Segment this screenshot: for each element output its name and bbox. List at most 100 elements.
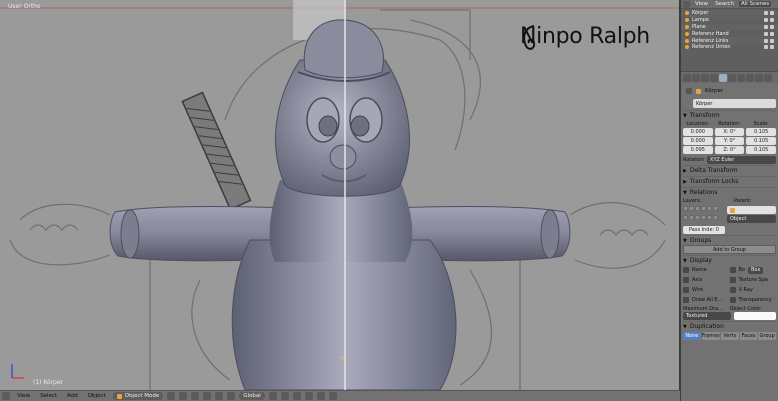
layer-grid[interactable] [683, 206, 721, 223]
object-icon [685, 11, 689, 16]
layer-grid-icon-2[interactable] [280, 392, 289, 400]
dup-group-tab[interactable]: Group [758, 332, 776, 340]
groups-section-header[interactable]: ▼ Groups [683, 235, 776, 245]
pin-icon[interactable] [686, 88, 692, 94]
editor-type-icon[interactable] [2, 392, 10, 400]
visibility-icons[interactable] [764, 38, 778, 43]
dup-frames-tab[interactable]: Frames [701, 332, 720, 340]
duplication-section-header[interactable]: ▼ Duplication [683, 321, 776, 331]
menu-select[interactable]: Select [37, 392, 60, 400]
outliner-row[interactable]: Referenz Unten [681, 44, 778, 51]
3d-cursor[interactable] [340, 356, 344, 360]
properties-panel: Körper Körper ▼ Transform Location: 0.000… [681, 85, 778, 401]
menu-view[interactable]: View [14, 392, 33, 400]
data-tab-icon[interactable] [746, 73, 754, 82]
outliner-row[interactable]: Referenz Links [681, 37, 778, 44]
location-y-field[interactable]: 0.000 [683, 137, 713, 145]
location-z-field[interactable]: 0.095 [683, 146, 713, 154]
scale-x-field[interactable]: 0.105 [746, 128, 777, 136]
location-x-field[interactable]: 0.000 [683, 128, 713, 136]
rotation-mode-row: Rotation XYZ Euler [683, 155, 776, 164]
wire-checkbox[interactable] [683, 287, 689, 293]
lock-icon[interactable] [292, 392, 301, 400]
rotation-mode-dropdown[interactable]: XYZ Euler [706, 155, 776, 164]
magnet-icon[interactable] [316, 392, 325, 400]
ninpo-ralph-logo: Ninpo Ralph [520, 24, 650, 50]
delta-transform-section-header[interactable]: ▶ Delta Transform [683, 165, 776, 175]
render-icon[interactable] [328, 392, 337, 400]
visibility-icons[interactable] [764, 31, 778, 36]
transparency-checkbox[interactable] [729, 297, 736, 303]
outliner-row[interactable]: Lampe [681, 17, 778, 24]
character-mesh[interactable] [109, 19, 571, 390]
snap-icon[interactable] [304, 392, 313, 400]
menu-object[interactable]: Object [85, 392, 109, 400]
dup-none-tab[interactable]: None [683, 332, 701, 340]
rotation-z-field[interactable]: Z: 0° [714, 146, 745, 154]
object-tab-icon[interactable] [719, 73, 727, 82]
transform-locks-section-header[interactable]: ▶ Transform Locks [683, 176, 776, 186]
visibility-icons[interactable] [764, 11, 778, 16]
render-tab-icon[interactable] [683, 73, 691, 82]
outliner-tab-all-scenes[interactable]: All Scenes [738, 1, 772, 7]
layer-grid-icon[interactable] [268, 392, 277, 400]
add-to-group-button[interactable]: Add to Group [683, 245, 776, 254]
visibility-icons[interactable] [764, 18, 778, 23]
3d-viewport[interactable]: User Ortho (1) Körper Ninpo Ralph [0, 0, 680, 390]
outliner-tab-view[interactable]: View [693, 1, 710, 7]
object-name-field[interactable]: Körper [693, 99, 776, 108]
scale-icon[interactable] [227, 392, 236, 400]
mode-dropdown[interactable]: Object Mode [112, 392, 164, 400]
rotation-x-field[interactable]: X: 0° [714, 128, 745, 136]
outliner-row[interactable]: Referenz Hand [681, 30, 778, 37]
modifiers-tab-icon[interactable] [737, 73, 745, 82]
breadcrumb: Körper [683, 85, 776, 97]
viewport-header: View Select Add Object Object Mode Globa… [0, 390, 680, 401]
texture-tab-icon[interactable] [764, 73, 772, 82]
bounds-type-dropdown[interactable]: Box [748, 266, 764, 274]
outliner-row[interactable]: Plane [681, 23, 778, 31]
object-color-swatch[interactable] [734, 312, 776, 320]
relations-labels: Layers: Parent: [683, 198, 752, 204]
visibility-icons[interactable] [764, 24, 778, 29]
outliner-header: View Search All Scenes [681, 0, 778, 9]
pivot-icon[interactable] [179, 392, 188, 400]
rotate-icon[interactable] [215, 392, 224, 400]
scene-tab-icon[interactable] [701, 73, 709, 82]
outliner-editor-icon[interactable] [683, 0, 690, 8]
bounds-checkbox[interactable] [729, 267, 736, 273]
layers-tab-icon[interactable] [692, 73, 700, 82]
swirl-logo-icon [523, 25, 536, 50]
pass-index-field[interactable]: Pass Inde: 0 [683, 226, 725, 234]
sword-sketch [181, 91, 252, 211]
axis-checkbox[interactable] [683, 277, 689, 283]
visibility-icons[interactable] [764, 45, 778, 50]
menu-add[interactable]: Add [64, 392, 81, 400]
orientation-dropdown[interactable]: Global [239, 392, 265, 400]
display-section-header[interactable]: ▼ Display [683, 255, 776, 265]
draw-type-dropdown[interactable]: Textured [683, 312, 731, 320]
translate-icon[interactable] [203, 392, 212, 400]
dup-verts-tab[interactable]: Verts [720, 332, 739, 340]
parent-type-dropdown[interactable]: Object [727, 215, 776, 223]
relations-section-header[interactable]: ▼ Relations [683, 187, 776, 197]
world-tab-icon[interactable] [710, 73, 718, 82]
expand-triangle-icon: ▼ [683, 189, 687, 196]
scale-y-field[interactable]: 0.105 [746, 137, 777, 145]
draw-all-edges-checkbox[interactable] [683, 297, 689, 303]
texture-space-checkbox[interactable] [729, 277, 736, 283]
dup-faces-tab[interactable]: Faces [739, 332, 758, 340]
material-tab-icon[interactable] [755, 73, 763, 82]
shading-icon[interactable] [167, 392, 176, 400]
name-checkbox[interactable] [683, 267, 689, 273]
manipulator-icon[interactable] [191, 392, 200, 400]
constraints-tab-icon[interactable] [728, 73, 736, 82]
scale-z-field[interactable]: 0.105 [746, 146, 777, 154]
rotation-y-field[interactable]: Y: 0° [714, 137, 745, 145]
object-icon [730, 207, 735, 213]
transform-section-header[interactable]: ▼ Transform [683, 110, 776, 120]
xray-checkbox[interactable] [729, 287, 736, 293]
outliner-tab-search[interactable]: Search [713, 1, 736, 7]
outliner-row[interactable]: Körper [681, 10, 778, 17]
parent-field[interactable] [727, 206, 776, 214]
